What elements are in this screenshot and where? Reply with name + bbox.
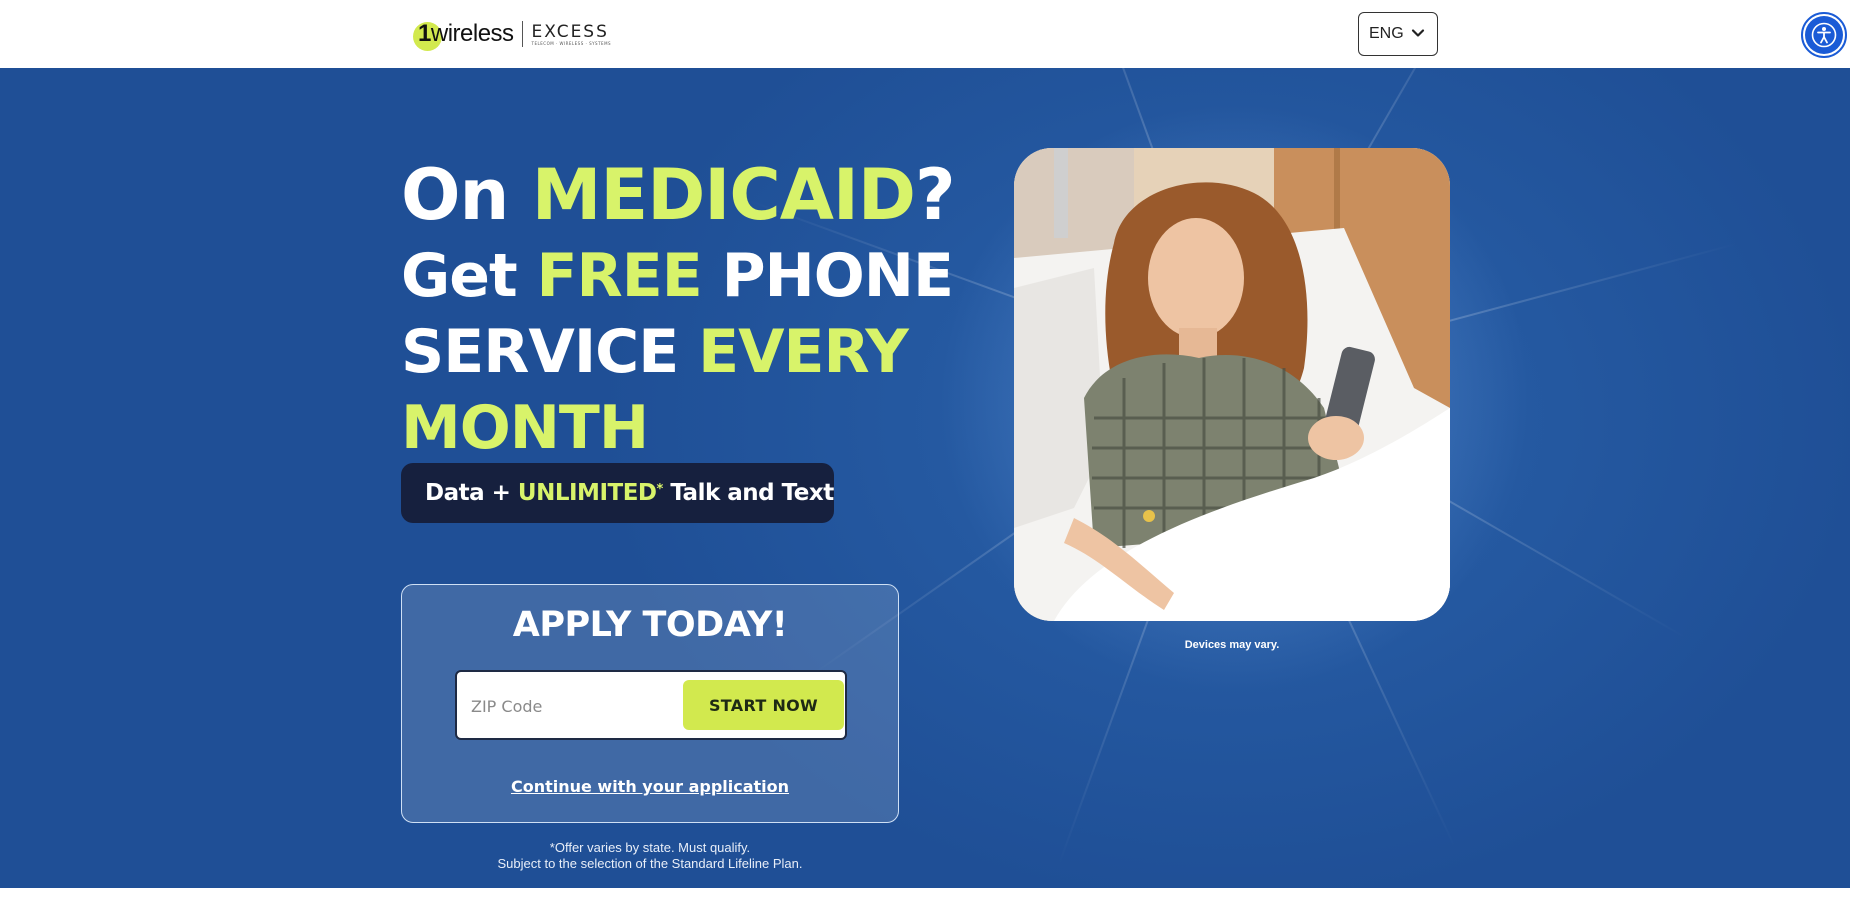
chevron-down-icon	[1411, 29, 1425, 37]
headline-text: On	[401, 154, 532, 236]
headline-line-1: On MEDICAID?	[401, 152, 956, 238]
woman-with-phone-photo	[1014, 148, 1450, 621]
start-now-button[interactable]: START NOW	[683, 680, 844, 730]
continue-application-link[interactable]: Continue with your application	[402, 777, 898, 796]
brand-logo[interactable]: 1 wireless EXCESS TELECOM · WIRELESS · S…	[413, 17, 611, 51]
top-navbar: 1 wireless EXCESS TELECOM · WIRELESS · S…	[0, 0, 1850, 68]
excess-logo: EXCESS TELECOM · WIRELESS · SYSTEMS	[532, 23, 612, 46]
pill-text: Data +	[425, 480, 511, 506]
headline-text: PHONE	[701, 241, 954, 311]
apply-card: APPLY TODAY! START NOW Continue with you…	[401, 584, 899, 823]
devices-caption: Devices may vary.	[1184, 639, 1280, 651]
language-value: ENG	[1369, 25, 1404, 42]
hero-photo	[1014, 148, 1450, 621]
disclaimer-line-2: Subject to the selection of the Standard…	[497, 856, 803, 871]
headline-text: Get	[401, 241, 537, 311]
logo-wordmark: wireless	[430, 20, 514, 47]
zip-form: START NOW	[455, 670, 847, 740]
headline-highlight: MEDICAID	[531, 154, 916, 236]
language-select[interactable]: ENG	[1358, 12, 1438, 56]
excess-wordmark: EXCESS	[531, 21, 609, 42]
pill-highlight: UNLIMITED	[517, 480, 657, 506]
headline-line-4: MONTH	[401, 393, 649, 463]
accessibility-button[interactable]	[1801, 12, 1847, 58]
excess-tagline: TELECOM · WIRELESS · SYSTEMS	[531, 40, 612, 46]
1wireless-logo: 1 wireless	[413, 20, 514, 51]
zip-code-input[interactable]	[471, 686, 671, 726]
headline-line-2: Get FREE PHONE	[401, 238, 955, 314]
headline-line-3: SERVICE EVERY	[401, 314, 955, 390]
plan-pill: Data + UNLIMITED * Talk and Text	[401, 463, 834, 523]
offer-disclaimer: *Offer varies by state. Must qualify. Su…	[401, 840, 899, 872]
pill-asterisk: *	[656, 481, 664, 497]
logo-number: 1	[418, 20, 431, 47]
hero-section: On MEDICAID? Get FREE PHONE SERVICE EVER…	[0, 68, 1850, 888]
headline-text: ?	[915, 154, 956, 236]
headline-text: SERVICE	[401, 317, 699, 387]
logo-divider	[521, 21, 523, 47]
pill-text: Talk and Text	[670, 480, 834, 506]
headline-highlight: EVERY	[698, 317, 909, 387]
page-bottom	[0, 888, 1850, 912]
headline-highlight: FREE	[536, 241, 703, 311]
apply-title: APPLY TODAY!	[512, 605, 788, 645]
accessibility-icon	[1805, 16, 1843, 54]
hero-headline: On MEDICAID? Get FREE PHONE SERVICE EVER…	[401, 152, 956, 466]
disclaimer-line-1: *Offer varies by state. Must qualify.	[549, 840, 751, 855]
